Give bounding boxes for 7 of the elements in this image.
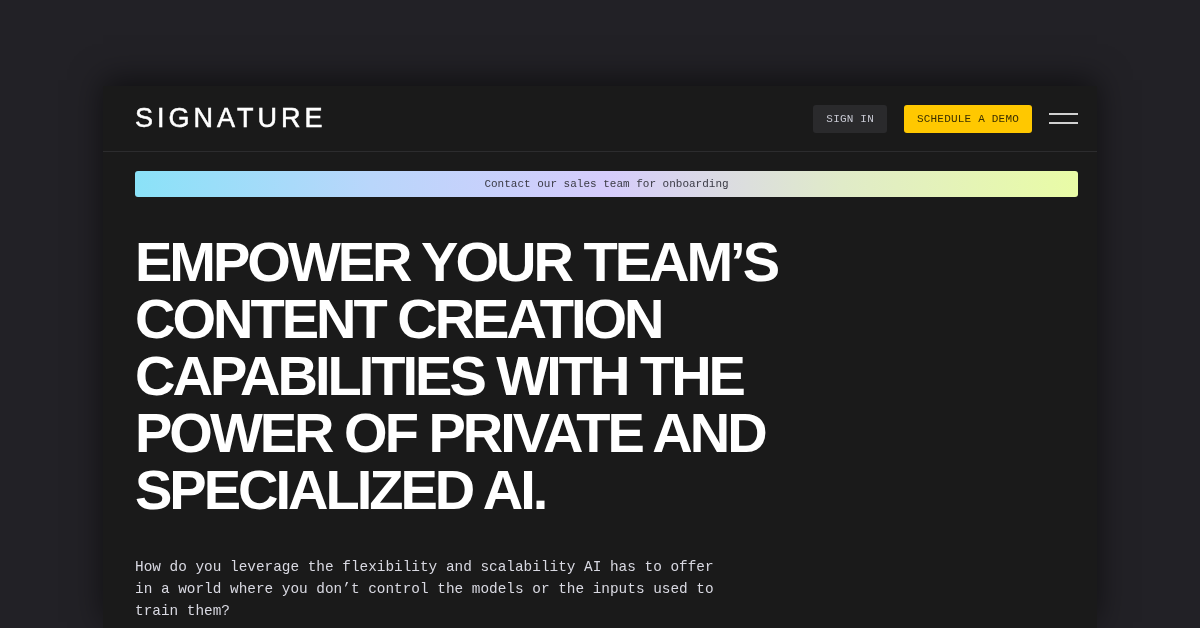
schedule-demo-button[interactable]: SCHEDULE A DEMO (903, 104, 1032, 133)
hero-description: How do you leverage the flexibility and scalability AI has to offer in a world where you don’t control the models or the inputs used to train them? (135, 558, 715, 621)
hero-headline: EMPOWER YOUR TEAM’S CONTENT CREATION CAPABILITIES WITH THE POWER OF PRIVATE AND SPECIALIZED AI. (135, 233, 779, 518)
logo-link[interactable]: SIGNATURE (135, 105, 327, 132)
menu-icon[interactable] (1049, 113, 1078, 124)
sign-in-button[interactable]: SIGN IN (813, 104, 887, 133)
sales-contact-banner[interactable]: Contact our sales team for onboarding (135, 171, 1078, 197)
